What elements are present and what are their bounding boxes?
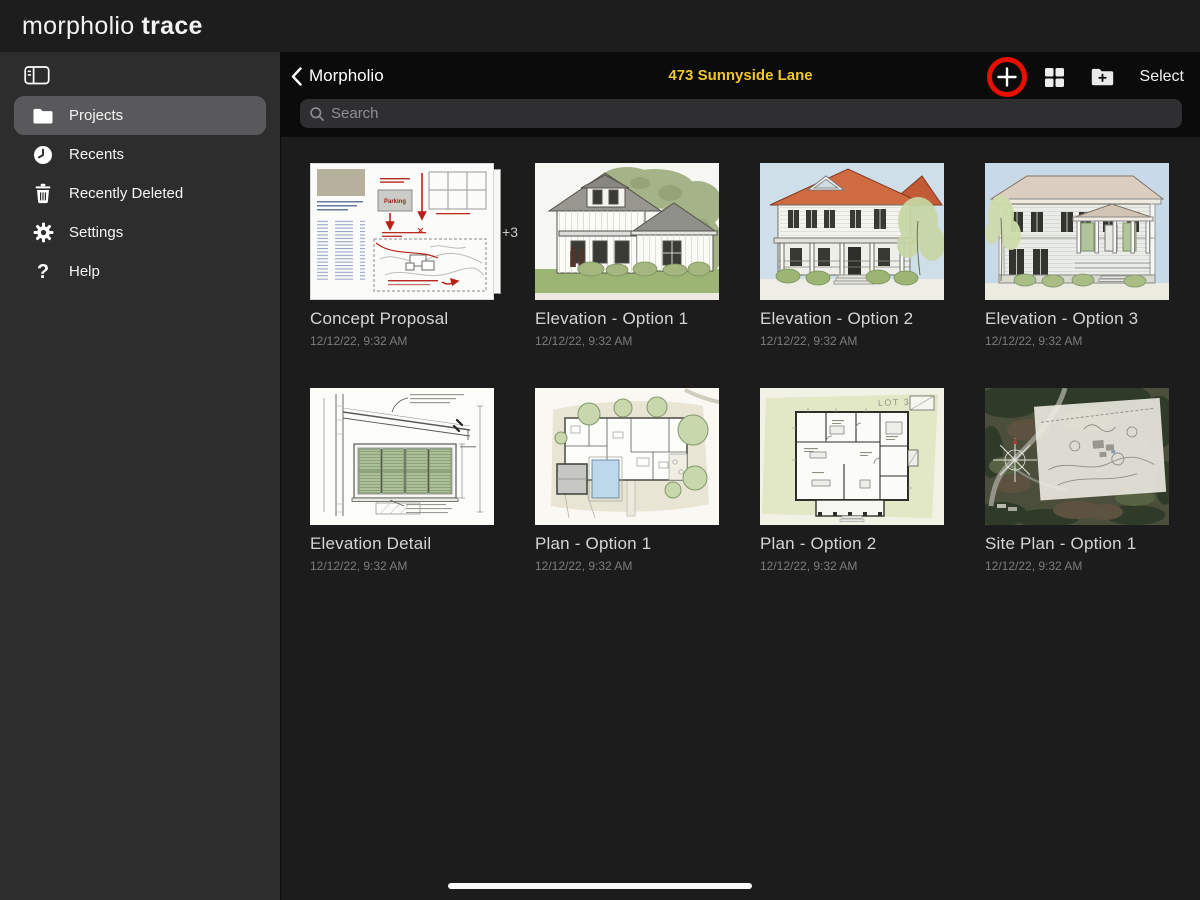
new-project-folder-button[interactable] xyxy=(1090,67,1115,87)
project-title: Concept Proposal xyxy=(310,309,494,329)
app-logo: morpholio trace xyxy=(22,0,203,52)
project-date: 12/12/22, 9:32 AM xyxy=(985,559,1169,573)
sidebar-item-help[interactable]: ? Help xyxy=(14,252,266,291)
project-card-elevation-option-3[interactable]: Elevation - Option 3 12/12/22, 9:32 AM xyxy=(985,163,1169,348)
grid-view-button[interactable] xyxy=(1044,67,1065,88)
project-thumbnail-image: Parking xyxy=(310,163,494,300)
project-thumbnail-image xyxy=(310,388,494,525)
project-thumbnail-image xyxy=(985,388,1169,525)
clock-icon xyxy=(30,144,56,166)
project-title: Plan - Option 1 xyxy=(535,534,719,554)
sidebar: Projects Recents Recently Deleted xyxy=(0,52,281,900)
stack-count-badge: +3 xyxy=(502,224,518,240)
toolbar-actions: Select xyxy=(995,61,1184,93)
project-date: 12/12/22, 9:32 AM xyxy=(985,334,1169,348)
project-card-elevation-option-1[interactable]: Elevation - Option 1 12/12/22, 9:32 AM xyxy=(535,163,719,348)
new-sketch-button[interactable] xyxy=(995,65,1019,89)
project-thumbnail-image xyxy=(760,163,944,300)
search-icon xyxy=(309,106,325,122)
app-window: morpholio trace Projects xyxy=(0,0,1200,900)
project-date: 12/12/22, 9:32 AM xyxy=(760,334,944,348)
project-date: 12/12/22, 9:32 AM xyxy=(310,559,494,573)
sidebar-item-recents[interactable]: Recents xyxy=(14,135,266,174)
project-thumbnail-image xyxy=(535,388,719,525)
gear-icon xyxy=(30,222,56,244)
project-card-elevation-option-2[interactable]: Elevation - Option 2 12/12/22, 9:32 AM xyxy=(760,163,944,348)
chevron-left-icon xyxy=(291,67,302,86)
sidebar-item-label: Recents xyxy=(69,146,124,163)
project-date: 12/12/22, 9:32 AM xyxy=(535,334,719,348)
project-card-plan-option-1[interactable]: Plan - Option 1 12/12/22, 9:32 AM xyxy=(535,388,719,573)
select-button[interactable]: Select xyxy=(1140,68,1184,86)
trash-icon xyxy=(30,183,56,205)
project-thumbnail-image xyxy=(535,163,719,300)
project-thumbnail-image xyxy=(985,163,1169,300)
project-date: 12/12/22, 9:32 AM xyxy=(310,334,494,348)
content-area: Morpholio 473 Sunnyside Lane xyxy=(281,52,1200,900)
sidebar-item-recently-deleted[interactable]: Recently Deleted xyxy=(14,174,266,213)
app-header: morpholio trace xyxy=(0,0,1200,52)
sidebar-toggle-icon xyxy=(24,65,50,86)
sidebar-item-settings[interactable]: Settings xyxy=(14,213,266,252)
logo-primary: morpholio xyxy=(22,12,134,41)
question-icon: ? xyxy=(30,261,56,283)
sidebar-toggle-button[interactable] xyxy=(24,62,54,88)
back-button[interactable]: Morpholio xyxy=(291,61,384,91)
sidebar-item-label: Recently Deleted xyxy=(69,185,183,202)
plus-icon xyxy=(995,65,1019,89)
svg-text:Parking: Parking xyxy=(384,199,406,205)
project-card-site-plan-option-1[interactable]: Site Plan - Option 1 12/12/22, 9:32 AM xyxy=(985,388,1169,573)
project-thumbnail-image: LOT 360 xyxy=(760,388,944,525)
project-title: Site Plan - Option 1 xyxy=(985,534,1169,554)
sidebar-item-label: Help xyxy=(69,263,100,280)
project-title: Elevation - Option 2 xyxy=(760,309,944,329)
sidebar-item-projects[interactable]: Projects xyxy=(14,96,266,135)
search-input[interactable] xyxy=(331,105,1173,122)
topbar: Morpholio 473 Sunnyside Lane xyxy=(281,52,1200,137)
project-card-plan-option-2[interactable]: LOT 360 xyxy=(760,388,944,573)
project-grid: +3 Parking xyxy=(281,137,1200,900)
project-date: 12/12/22, 9:32 AM xyxy=(535,559,719,573)
project-title: Elevation - Option 1 xyxy=(535,309,719,329)
folder-icon xyxy=(30,105,56,127)
sidebar-item-label: Settings xyxy=(69,224,123,241)
project-card-elevation-detail[interactable]: Elevation Detail 12/12/22, 9:32 AM xyxy=(310,388,494,573)
logo-secondary: trace xyxy=(141,12,202,41)
search-bar[interactable] xyxy=(300,99,1182,128)
project-title: Elevation - Option 3 xyxy=(985,309,1169,329)
back-label: Morpholio xyxy=(309,66,384,86)
project-date: 12/12/22, 9:32 AM xyxy=(760,559,944,573)
project-title: Plan - Option 2 xyxy=(760,534,944,554)
home-indicator[interactable] xyxy=(448,883,752,889)
sidebar-nav: Projects Recents Recently Deleted xyxy=(0,96,280,291)
new-project-folder-icon xyxy=(1090,67,1115,87)
project-title: Elevation Detail xyxy=(310,534,494,554)
project-card-concept-proposal[interactable]: +3 Parking xyxy=(310,163,494,348)
grid-view-icon xyxy=(1044,67,1065,88)
sidebar-item-label: Projects xyxy=(69,107,123,124)
